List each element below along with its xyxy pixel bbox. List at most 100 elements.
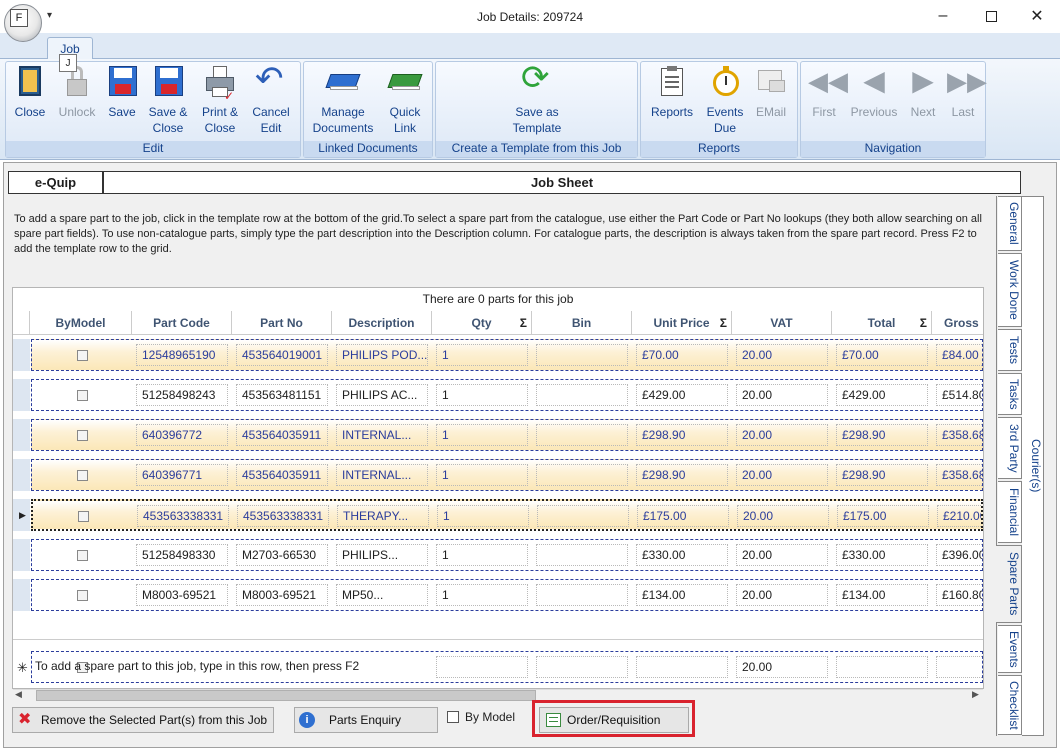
table-row-current[interactable]: 453563338331 453563338331 THERAPY... 1 £… — [31, 499, 983, 531]
table-row[interactable]: M8003-69521 M8003-69521 MP50... 1 £134.0… — [31, 579, 983, 611]
row-selector[interactable] — [13, 579, 30, 611]
bymodel-checkbox[interactable] — [77, 590, 88, 601]
template-total-cell[interactable] — [836, 656, 928, 678]
column-header-part-no[interactable]: Part No — [232, 311, 332, 335]
bymodel-checkbox[interactable] — [77, 470, 88, 481]
last-button[interactable]: ▶▶ Last — [945, 66, 987, 142]
row-selector[interactable] — [13, 339, 30, 371]
table-row[interactable]: 640396772 453564035911 INTERNAL... 1 £29… — [31, 419, 983, 451]
table-row[interactable]: 51258498330 M2703-66530 PHILIPS... 1 £33… — [31, 539, 983, 571]
sum-icon[interactable]: Σ — [720, 311, 727, 335]
cancel-edit-label-1: Cancel — [252, 105, 290, 119]
template-row-hint[interactable]: To add a spare part to this job, type in… — [32, 656, 432, 678]
save-template-label-1: Save as — [515, 105, 559, 119]
bymodel-checkbox[interactable] — [77, 550, 88, 561]
email-button[interactable]: EMail — [748, 66, 794, 142]
scroll-right-icon[interactable]: ▶ — [972, 689, 979, 700]
unlock-label: Unlock — [58, 105, 96, 119]
quick-link-label-2: Link — [393, 121, 416, 135]
row-selector[interactable] — [13, 539, 30, 571]
template-gross-cell[interactable] — [936, 656, 982, 678]
save-template-label-2: Template — [512, 121, 562, 135]
tab-3rd-party[interactable]: 3rd Party — [998, 417, 1022, 479]
door-icon — [14, 66, 46, 98]
cancel-edit-button[interactable]: ↶ Cancel Edit — [248, 62, 294, 142]
close-window-button[interactable]: ✕ — [1014, 0, 1060, 32]
template-bin-cell[interactable] — [536, 656, 628, 678]
remove-parts-button[interactable]: ✖ Remove the Selected Part(s) from this … — [12, 707, 274, 733]
row-selector[interactable] — [13, 419, 30, 451]
row-selector[interactable] — [13, 459, 30, 491]
column-header-unit-price[interactable]: Unit Price Σ — [632, 311, 732, 335]
bymodel-checkbox[interactable] — [77, 430, 88, 441]
stopwatch-icon — [709, 66, 741, 98]
events-due-label-2: Due — [713, 121, 736, 135]
table-row[interactable]: 51258498243 453563481151 PHILIPS AC... 1… — [31, 379, 983, 411]
table-row[interactable]: 640396771 453564035911 INTERNAL... 1 £29… — [31, 459, 983, 491]
cancel-edit-label-2: Edit — [260, 121, 282, 135]
column-header-description[interactable]: Description — [332, 311, 432, 335]
template-vat-cell[interactable]: 20.00 — [736, 656, 828, 678]
next-label: Next — [910, 105, 936, 119]
tab-work-done[interactable]: Work Done — [998, 253, 1022, 327]
by-model-label: By Model — [465, 710, 516, 724]
table-row[interactable]: 12548965190 453564019001 PHILIPS POD... … — [31, 339, 983, 371]
tab-spare-parts[interactable]: Spare Parts — [996, 545, 1022, 623]
manage-documents-button[interactable]: Manage Documents — [310, 66, 376, 142]
save-button[interactable]: Save — [102, 66, 142, 142]
column-header-vat[interactable]: VAT — [732, 311, 832, 335]
column-header-gross-total[interactable]: Gross T — [932, 311, 983, 354]
tab-tasks[interactable]: Tasks — [998, 373, 1022, 415]
app-keytip: F — [10, 9, 28, 27]
unlock-button[interactable]: Unlock — [54, 66, 100, 142]
tab-events[interactable]: Events — [998, 625, 1022, 673]
quick-access-toolbar-dropdown[interactable]: ▾ — [47, 10, 52, 21]
save-close-button[interactable]: Save & Close — [144, 66, 192, 142]
column-header-part-code[interactable]: Part Code — [132, 311, 232, 335]
print-close-button[interactable]: ✓ Print & Close — [196, 66, 244, 142]
reports-button[interactable]: Reports — [648, 66, 696, 142]
sum-icon[interactable]: Σ — [520, 311, 527, 335]
previous-button[interactable]: ◀ Previous — [847, 66, 901, 142]
quick-link-button[interactable]: Quick Link — [382, 66, 428, 142]
equip-header[interactable]: e-Quip — [8, 171, 103, 194]
close-button[interactable]: Close — [8, 66, 52, 142]
scrollbar-thumb[interactable] — [36, 690, 536, 701]
column-header-total[interactable]: Total Σ — [832, 311, 932, 335]
by-model-checkbox[interactable] — [447, 711, 459, 723]
bymodel-checkbox[interactable] — [77, 350, 88, 361]
parts-enquiry-button[interactable]: i Parts Enquiry — [294, 707, 438, 733]
parts-enquiry-label: Parts Enquiry — [329, 713, 402, 727]
envelope-icon — [755, 66, 787, 98]
manage-docs-label-2: Documents — [312, 121, 374, 135]
column-header-bymodel[interactable]: ByModel — [30, 311, 132, 335]
blue-book-icon — [325, 66, 361, 98]
tab-financial[interactable]: Financial — [998, 481, 1022, 543]
reports-label: Reports — [650, 105, 694, 119]
column-header-qty[interactable]: Qty Σ — [432, 311, 532, 335]
tab-checklist[interactable]: Checklist — [998, 675, 1022, 735]
template-unit-cell[interactable] — [636, 656, 728, 678]
sum-icon[interactable]: Σ — [920, 311, 927, 335]
current-row-indicator-icon: ▶ — [19, 510, 26, 520]
print-close-label-1: Print & — [201, 105, 238, 119]
template-row[interactable]: To add a spare part to this job, type in… — [31, 651, 983, 683]
first-button[interactable]: ◀◀ First — [806, 66, 848, 142]
bymodel-checkbox[interactable] — [78, 511, 89, 522]
tab-couriers[interactable]: Courier(s) — [1022, 196, 1044, 736]
tab-tests[interactable]: Tests — [998, 329, 1022, 371]
next-button[interactable]: ▶ Next — [905, 66, 941, 142]
tab-general[interactable]: General — [998, 196, 1022, 251]
ribbon-tab-strip — [0, 33, 1060, 59]
scroll-left-icon[interactable]: ◀ — [15, 689, 22, 700]
minimize-button[interactable]: – — [920, 0, 966, 32]
events-due-button[interactable]: Events Due — [702, 66, 748, 142]
column-header-bin[interactable]: Bin — [532, 311, 632, 335]
bymodel-checkbox[interactable] — [77, 390, 88, 401]
row-selector[interactable] — [13, 379, 30, 411]
maximize-button[interactable] — [968, 0, 1014, 32]
first-record-icon: ◀◀ — [808, 66, 848, 96]
floppy-disk-close-icon — [152, 66, 184, 98]
template-qty-cell[interactable] — [436, 656, 528, 678]
save-as-template-button[interactable]: ⟳ Save as Template — [500, 60, 574, 142]
